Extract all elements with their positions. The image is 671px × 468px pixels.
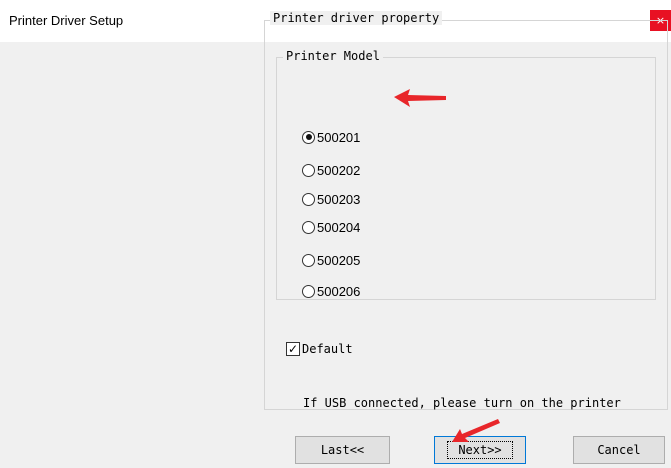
radio-button[interactable] xyxy=(302,163,315,177)
radio-option-500202[interactable]: 500202 xyxy=(302,161,360,179)
radio-option-500201[interactable]: 500201 xyxy=(302,128,360,146)
radio-option-500204[interactable]: 500204 xyxy=(302,218,360,236)
radio-label: 500202 xyxy=(317,162,361,178)
checkmark-icon: ✓ xyxy=(287,342,299,356)
radio-label: 500206 xyxy=(317,283,361,299)
default-checkbox-label: Default xyxy=(302,342,353,356)
radio-option-500206[interactable]: 500206 xyxy=(302,282,360,300)
default-checkbox-row[interactable]: ✓ Default xyxy=(286,340,353,358)
radio-label: 500204 xyxy=(317,219,361,235)
radio-option-500203[interactable]: 500203 xyxy=(302,190,360,208)
default-checkbox[interactable]: ✓ xyxy=(286,342,300,356)
printer-model-label: Printer Model xyxy=(283,49,383,63)
radio-label: 500203 xyxy=(317,191,361,207)
usb-hint-text: If USB connected, please turn on the pri… xyxy=(303,396,621,410)
cancel-button-label: Cancel xyxy=(597,443,641,457)
radio-option-500205[interactable]: 500205 xyxy=(302,251,360,269)
radio-label: 500205 xyxy=(317,252,361,268)
window-title: Printer Driver Setup xyxy=(9,13,124,28)
next-button[interactable]: Next>> xyxy=(434,436,526,464)
cancel-button[interactable]: Cancel xyxy=(573,436,665,464)
last-button[interactable]: Last<< xyxy=(295,436,390,464)
printer-driver-property-label: Printer driver property xyxy=(270,11,443,25)
radio-button[interactable] xyxy=(302,253,315,267)
last-button-label: Last<< xyxy=(320,443,365,457)
radio-label: 500201 xyxy=(317,129,361,145)
next-button-label: Next>> xyxy=(447,441,513,459)
radio-button-selected[interactable] xyxy=(302,130,315,144)
radio-button[interactable] xyxy=(302,192,315,206)
radio-button[interactable] xyxy=(302,220,315,234)
radio-button[interactable] xyxy=(302,284,315,298)
